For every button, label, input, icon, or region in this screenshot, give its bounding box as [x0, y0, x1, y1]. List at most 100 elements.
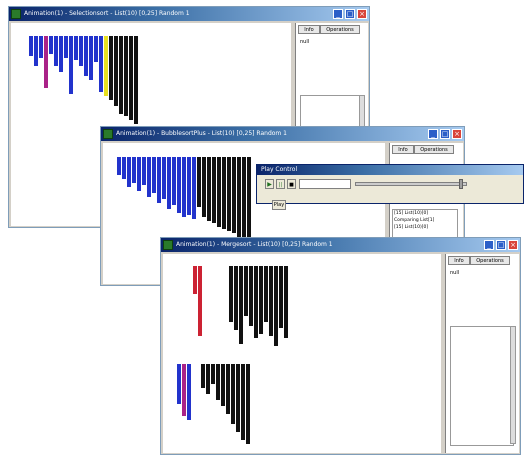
play-icon[interactable]: ▶	[265, 179, 274, 189]
sort-bar	[69, 36, 73, 94]
sort-bar	[231, 364, 235, 424]
dialog-title-bar[interactable]: Play Control	[257, 165, 523, 175]
sort-bar	[114, 36, 118, 106]
sort-bar	[201, 364, 205, 388]
sort-bar	[254, 266, 258, 338]
tab-operations[interactable]: Operations	[320, 25, 360, 34]
sort-bar	[172, 157, 176, 205]
sort-bar	[264, 266, 268, 322]
tab-operations[interactable]: Operations	[414, 145, 454, 154]
scrollbar[interactable]	[510, 326, 516, 444]
play-button[interactable]: Play	[272, 200, 286, 210]
app-icon	[11, 9, 21, 19]
sort-bar	[237, 157, 241, 237]
sort-bar	[279, 266, 283, 328]
log-line: [15] List(10)[0]	[394, 211, 429, 216]
sort-bar	[167, 157, 171, 209]
sort-bar	[192, 157, 196, 219]
maximize-icon[interactable]: □	[440, 129, 450, 139]
sort-bar	[269, 266, 273, 336]
sort-bar	[222, 157, 226, 229]
sort-bar	[34, 36, 38, 66]
sort-bar	[212, 157, 216, 223]
sort-bar	[89, 36, 93, 80]
minimize-icon[interactable]: _	[484, 240, 494, 250]
close-icon[interactable]: ×	[452, 129, 462, 139]
sort-bar	[217, 157, 221, 227]
info-text: null	[450, 270, 460, 276]
sort-bar	[239, 266, 243, 344]
sort-bar	[29, 36, 33, 56]
sort-bar	[94, 36, 98, 62]
sort-bar	[187, 157, 191, 215]
mergesort-window: Animation(1) - Mergesort - List(10) [0,2…	[160, 237, 521, 455]
sort-bar	[79, 36, 83, 66]
sort-bar	[127, 157, 131, 187]
tab-strip: Info Operations	[298, 25, 366, 34]
sort-bar	[129, 36, 133, 120]
maximize-icon[interactable]: □	[345, 9, 355, 19]
tab-info[interactable]: Info	[448, 256, 470, 265]
window-title: Animation(1) - BubblesortPlus - List(10)…	[116, 130, 287, 137]
control-row: ▶ || ■	[263, 179, 473, 190]
sort-bar	[177, 364, 181, 404]
play-control-dialog: Play Control ▶ || ■	[256, 164, 524, 204]
tab-operations[interactable]: Operations	[470, 256, 510, 265]
log-line: [15] List(10)[0]	[394, 225, 429, 230]
sort-bar	[211, 364, 215, 384]
pause-icon[interactable]: ||	[276, 179, 285, 189]
sort-bar	[49, 36, 53, 54]
maximize-icon[interactable]: □	[496, 240, 506, 250]
sort-bar	[242, 157, 246, 239]
minimize-icon[interactable]: _	[333, 9, 343, 19]
sort-bar	[44, 36, 48, 88]
sort-bar	[193, 266, 197, 294]
sort-bar	[249, 266, 253, 326]
minimize-icon[interactable]: _	[428, 129, 438, 139]
sort-bar	[119, 36, 123, 114]
sort-bar	[147, 157, 151, 197]
sort-bar	[84, 36, 88, 76]
sort-bar	[221, 364, 225, 406]
sort-bar	[117, 157, 121, 175]
stop-icon[interactable]: ■	[287, 179, 296, 189]
sort-bar	[202, 157, 206, 217]
sort-bar	[39, 36, 43, 58]
sort-bar	[182, 157, 186, 217]
info-list	[450, 326, 514, 446]
tab-info[interactable]: Info	[298, 25, 320, 34]
sort-bar	[187, 364, 191, 420]
sort-bar	[284, 266, 288, 338]
visualization-canvas	[163, 254, 441, 453]
window-title: Animation(1) - Selectionsort - List(10) …	[24, 10, 190, 17]
close-icon[interactable]: ×	[357, 9, 367, 19]
sort-bar	[226, 364, 230, 414]
slider-thumb[interactable]	[459, 179, 463, 189]
info-text: null	[300, 39, 310, 45]
sort-bar	[216, 364, 220, 400]
sort-bar	[234, 266, 238, 330]
dialog-title: Play Control	[261, 166, 298, 173]
title-bar[interactable]: Animation(1) - Selectionsort - List(10) …	[9, 7, 369, 21]
tab-info[interactable]: Info	[392, 145, 414, 154]
sort-bar	[64, 36, 68, 58]
sort-bar	[122, 157, 126, 179]
title-bar[interactable]: Animation(1) - BubblesortPlus - List(10)…	[101, 127, 464, 141]
sort-bar	[132, 157, 136, 183]
sort-bar	[177, 157, 181, 213]
sort-bar	[124, 36, 128, 116]
side-panel: Info Operations null	[445, 254, 519, 453]
sort-bar	[259, 266, 263, 334]
sort-bar	[104, 36, 108, 96]
close-icon[interactable]: ×	[508, 240, 518, 250]
title-bar[interactable]: Animation(1) - Mergesort - List(10) [0,2…	[161, 238, 520, 252]
speed-field[interactable]	[299, 179, 351, 189]
sort-bar	[206, 364, 210, 394]
sort-bar	[59, 36, 63, 72]
sort-bar	[134, 36, 138, 124]
progress-slider[interactable]	[355, 182, 467, 186]
sort-bar	[241, 364, 245, 440]
sort-bar	[152, 157, 156, 193]
sort-bar	[109, 36, 113, 100]
sort-bar	[229, 266, 233, 322]
